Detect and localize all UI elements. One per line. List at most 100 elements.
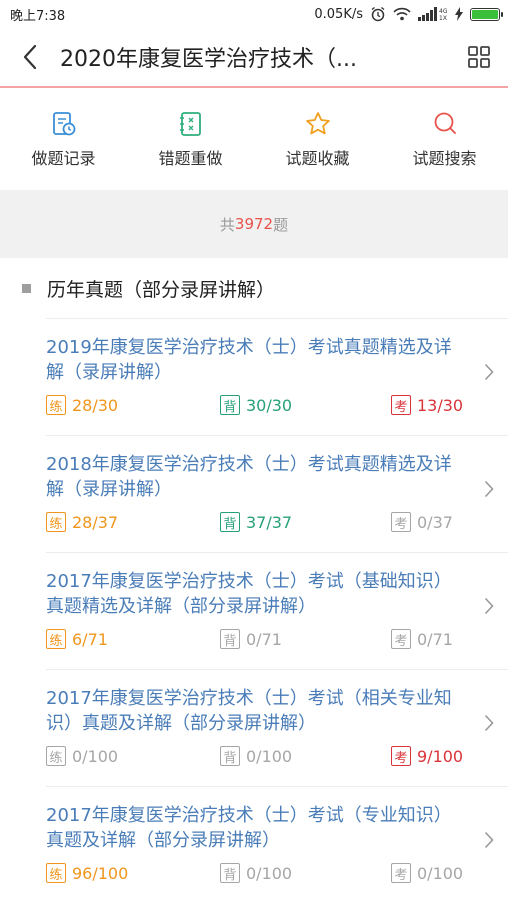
back-button[interactable] — [0, 27, 60, 87]
item-title: 2019年康复医学治疗技术（士）考试真题精选及详解（录屏讲解） — [46, 337, 452, 383]
chevron-right-icon — [484, 363, 494, 381]
exam-value: 0/37 — [417, 512, 453, 532]
practice-value: 28/37 — [72, 512, 119, 532]
recite-value: 0/100 — [246, 863, 293, 883]
recite-value: 0/71 — [246, 629, 282, 649]
list-item[interactable]: 2017年康复医学治疗技术（士）考试（基础知识）真题精选及详解（部分录屏讲解） … — [46, 552, 508, 669]
item-title: 2018年康复医学治疗技术（士）考试真题精选及详解（录屏讲解） — [46, 454, 452, 500]
exam-stat: 考 0/37 — [391, 512, 453, 532]
exam-tag: 考 — [391, 629, 411, 649]
wrong-redo-icon — [179, 112, 201, 136]
section-title: 历年真题（部分录屏讲解） — [47, 278, 276, 301]
exam-tag: 考 — [391, 863, 411, 883]
chevron-right-icon — [484, 714, 494, 732]
recite-tag: 背 — [220, 395, 240, 415]
list-item[interactable]: 2017年康复医学治疗技术（士）考试（相关专业知识）真题及详解（部分录屏讲解） … — [46, 669, 508, 786]
exam-stat: 考 0/71 — [391, 629, 453, 649]
item-stats: 练 96/100 背 0/100 考 0/100 — [46, 862, 468, 884]
recite-stat: 背 0/71 — [220, 629, 282, 649]
star-icon — [305, 112, 330, 135]
section-marker-icon — [22, 283, 31, 293]
exam-tag: 考 — [391, 746, 411, 766]
grid-icon — [468, 46, 490, 68]
recite-value: 30/30 — [246, 395, 293, 415]
count-value: 3972 — [234, 215, 274, 233]
recite-stat: 背 0/100 — [220, 746, 292, 766]
action-record-label: 做题记录 — [31, 149, 96, 168]
exam-list: 2019年康复医学治疗技术（士）考试真题精选及详解（录屏讲解） 练 28/30 … — [0, 318, 508, 903]
status-bar: 晚上7:38 0.05K/s 4G 1X — [0, 0, 508, 28]
status-icons: 0.05K/s 4G 1X — [314, 6, 503, 22]
recite-tag: 背 — [220, 629, 240, 649]
list-item[interactable]: 2019年康复医学治疗技术（士）考试真题精选及详解（录屏讲解） 练 28/30 … — [46, 318, 508, 435]
chevron-right-icon — [484, 831, 494, 849]
exam-stat: 考 13/30 — [391, 395, 463, 415]
count-prefix: 共 — [219, 215, 235, 234]
search-icon — [434, 112, 456, 134]
action-search-label: 试题搜索 — [412, 149, 477, 168]
back-arrow-icon — [23, 44, 37, 70]
signal-icon: 4G 1X — [418, 7, 448, 21]
practice-tag: 练 — [46, 395, 66, 415]
svg-text:1X: 1X — [439, 15, 447, 21]
chevron-right-icon — [484, 480, 494, 498]
chevron-right-icon — [484, 597, 494, 615]
record-icon — [52, 112, 75, 136]
practice-tag: 练 — [46, 863, 66, 883]
practice-tag: 练 — [46, 512, 66, 532]
page-title: 2020年康复医学治疗技术（... — [60, 47, 357, 72]
recite-tag: 背 — [220, 746, 240, 766]
item-stats: 练 0/100 背 0/100 考 9/100 — [46, 745, 468, 767]
item-stats: 练 28/30 背 30/30 考 13/30 — [46, 394, 468, 416]
recite-stat: 背 37/37 — [220, 512, 292, 532]
action-wrong-redo-label: 错题重做 — [158, 149, 223, 168]
svg-text:4G: 4G — [439, 8, 448, 15]
practice-stat: 练 28/30 — [46, 395, 118, 415]
exam-value: 9/100 — [417, 746, 464, 766]
battery-icon — [470, 7, 503, 21]
exam-value: 0/71 — [417, 629, 453, 649]
practice-tag: 练 — [46, 746, 66, 766]
practice-stat: 练 0/100 — [46, 746, 118, 766]
list-item[interactable]: 2018年康复医学治疗技术（士）考试真题精选及详解（录屏讲解） 练 28/37 … — [46, 435, 508, 552]
app-header: 2020年康复医学治疗技术（... — [0, 28, 508, 88]
exam-stat: 考 0/100 — [391, 863, 463, 883]
item-stats: 练 6/71 背 0/71 考 0/71 — [46, 628, 468, 650]
action-search[interactable]: 试题搜索 — [381, 90, 508, 190]
section-header: 历年真题（部分录屏讲解） — [0, 258, 508, 318]
recite-stat: 背 30/30 — [220, 395, 292, 415]
alarm-icon — [370, 6, 386, 22]
action-favorites-label: 试题收藏 — [285, 149, 350, 168]
exam-stat: 考 9/100 — [391, 746, 463, 766]
practice-value: 28/30 — [72, 395, 119, 415]
action-wrong-redo[interactable]: 错题重做 — [127, 90, 254, 190]
practice-stat: 练 96/100 — [46, 863, 128, 883]
recite-value: 37/37 — [246, 512, 293, 532]
recite-value: 0/100 — [246, 746, 293, 766]
exam-value: 0/100 — [417, 863, 464, 883]
practice-stat: 练 28/37 — [46, 512, 118, 532]
practice-tag: 练 — [46, 629, 66, 649]
practice-value: 0/100 — [72, 746, 119, 766]
item-title: 2017年康复医学治疗技术（士）考试（相关专业知识）真题及详解（部分录屏讲解） — [46, 688, 452, 734]
exam-tag: 考 — [391, 395, 411, 415]
action-record[interactable]: 做题记录 — [0, 90, 127, 190]
list-item[interactable]: 2017年康复医学治疗技术（士）考试（专业知识）真题及详解（部分录屏讲解） 练 … — [46, 786, 508, 903]
quick-actions: 做题记录 错题重做 试题收藏 试题搜索 — [0, 90, 508, 190]
item-title: 2017年康复医学治疗技术（士）考试（基础知识）真题精选及详解（部分录屏讲解） — [46, 571, 452, 617]
question-count: 共 3972 题 — [0, 190, 508, 258]
recite-tag: 背 — [220, 863, 240, 883]
recite-stat: 背 0/100 — [220, 863, 292, 883]
practice-value: 96/100 — [72, 863, 129, 883]
recite-tag: 背 — [220, 512, 240, 532]
exam-tag: 考 — [391, 512, 411, 532]
status-time: 晚上7:38 — [10, 8, 66, 24]
action-favorites[interactable]: 试题收藏 — [254, 90, 381, 190]
wifi-icon — [393, 7, 411, 21]
item-stats: 练 28/37 背 37/37 考 0/37 — [46, 511, 468, 533]
grid-menu-button[interactable] — [450, 27, 508, 87]
exam-value: 13/30 — [417, 395, 464, 415]
item-title: 2017年康复医学治疗技术（士）考试（专业知识）真题及详解（部分录屏讲解） — [46, 805, 452, 851]
practice-value: 6/71 — [72, 629, 108, 649]
charging-icon — [455, 7, 463, 21]
